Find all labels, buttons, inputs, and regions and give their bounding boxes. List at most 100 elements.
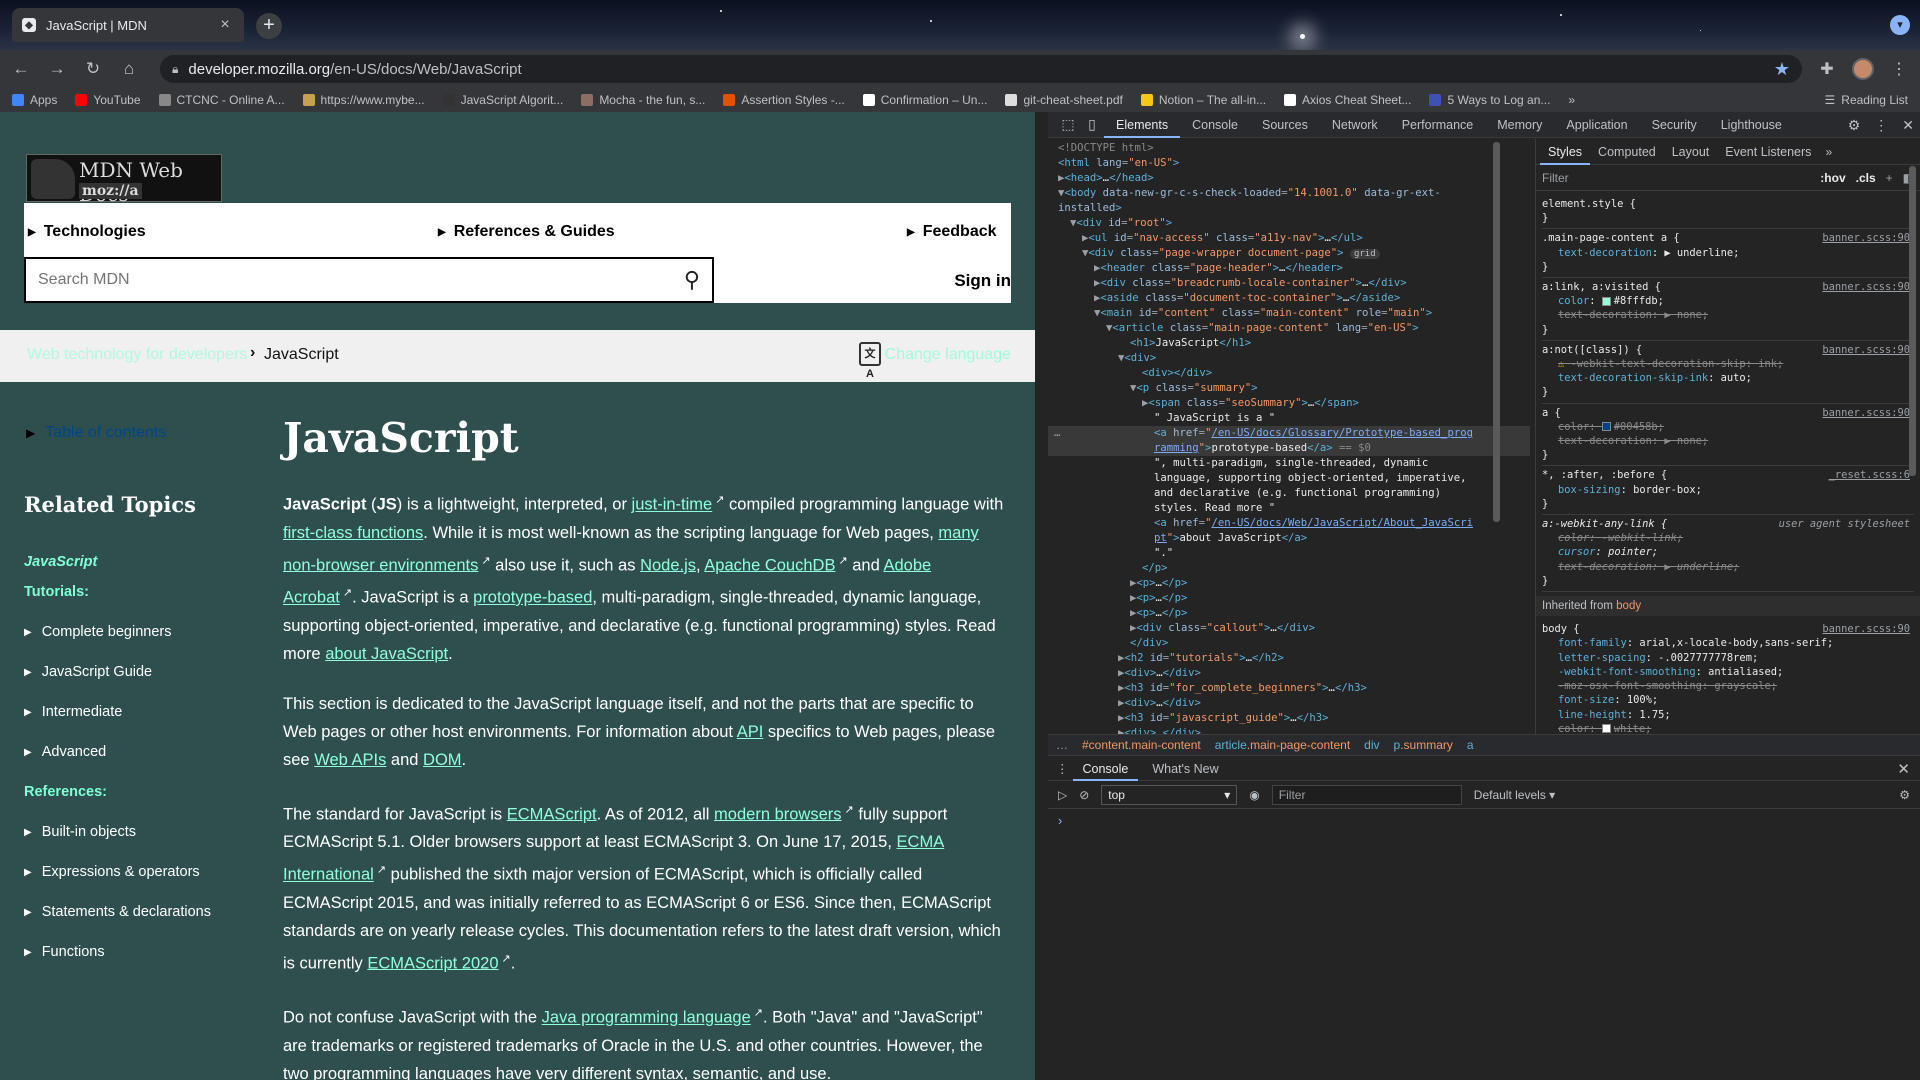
drawer-tab-console[interactable]: Console [1072,757,1139,781]
breadcrumb-link-web-tech[interactable]: Web technology for developers [27,346,247,364]
tree-line[interactable]: ▶<div>…</div> [1118,666,1201,681]
link-first-class-functions[interactable]: first-class functions [283,524,423,542]
more-bookmarks-icon[interactable]: » [1568,93,1575,107]
drawer-menu-icon[interactable]: ⋮ [1056,761,1069,776]
menu-references-guides[interactable]: ▶ References & Guides [438,223,615,241]
tree-line[interactable]: language, supporting object-oriented, im… [1154,471,1467,486]
bookmark-item[interactable]: Assertion Styles -... [723,93,845,107]
profile-menu-icon[interactable]: ▾ [1890,15,1910,35]
link-dom[interactable]: DOM [423,751,462,769]
devtools-tab-network[interactable]: Network [1320,112,1390,138]
bookmark-item[interactable]: Axios Cheat Sheet... [1284,93,1411,107]
tree-line[interactable]: ramming">prototype-based</a> == $0 [1154,441,1371,456]
tree-line[interactable]: ▶<div>…</div> [1118,696,1201,711]
tree-line[interactable]: ▼<div class="page-wrapper document-page"… [1082,246,1380,262]
tree-line[interactable]: ▼<div id="root"> [1070,216,1172,231]
devtools-tab-console[interactable]: Console [1180,112,1250,138]
bookmark-item[interactable]: Mocha - the fun, s... [581,93,705,107]
link-about-javascript[interactable]: about JavaScript [325,645,448,663]
close-devtools-icon[interactable]: ✕ [1902,117,1914,134]
bookmark-item[interactable]: Confirmation – Un... [862,93,987,107]
search-icon[interactable]: ⚲ [684,267,700,293]
sidebar-item-complete-beginners[interactable]: ▶ Complete beginners [24,624,171,640]
link-nodejs[interactable]: Node.js [640,556,696,574]
elements-scrollbar[interactable] [1493,142,1500,522]
tree-line[interactable]: ▶<div class="callout">…</div> [1130,621,1315,636]
close-tab-icon[interactable]: × [216,16,234,34]
css-rule[interactable]: _reset.scss:6 *, :after, :before {box-siz… [1542,466,1914,516]
forward-icon[interactable]: → [46,59,68,79]
bookmark-star-icon[interactable]: ★ [1774,59,1790,80]
clear-console-icon[interactable]: ⊘ [1079,788,1089,802]
bookmark-item[interactable]: git-cheat-sheet.pdf [1005,93,1123,107]
console-settings-gear-icon[interactable]: ⚙ [1899,788,1910,802]
bookmark-item[interactable]: YouTube [75,93,141,107]
sidebar-item-advanced[interactable]: ▶ Advanced [24,744,106,760]
sidebar-toggle-icon[interactable]: ▷ [1058,788,1067,802]
css-rule[interactable]: banner.scss:90 a:not([class]) {⚠ -webkit-… [1542,341,1914,404]
mdn-logo[interactable]: MDN Web Docs moz://a [26,154,222,206]
bookmark-item[interactable]: JavaScript Algorit... [442,93,563,107]
tree-line[interactable]: ▶<p>…</p> [1130,591,1187,606]
devtools-tab-security[interactable]: Security [1640,112,1709,138]
device-toolbar-icon[interactable]: ▯ [1080,116,1104,133]
new-rule-icon[interactable]: + [1886,171,1893,185]
tree-line[interactable]: <h1>JavaScript</h1> [1130,336,1251,351]
tree-line[interactable]: <html lang="en-US"> [1058,156,1179,171]
tree-line[interactable]: "." [1154,546,1173,561]
sidebar-link-javascript[interactable]: JavaScript [24,554,97,570]
link-api[interactable]: API [737,723,764,741]
tree-line[interactable]: ▼<main id="content" class="main-content"… [1094,306,1432,321]
bookmark-item[interactable]: Notion – The all-in... [1140,93,1266,107]
settings-gear-icon[interactable]: ⚙ [1848,117,1861,134]
sidebar-item-built-in-objects[interactable]: ▶ Built-in objects [24,824,136,840]
inspect-element-icon[interactable]: ⬚ [1056,116,1080,133]
tree-line[interactable]: and declarative (e.g. functional program… [1154,486,1441,501]
link-just-in-time[interactable]: just-in-time [632,496,713,514]
sidebar-item-expressions-operators[interactable]: ▶ Expressions & operators [24,864,200,880]
tree-line[interactable]: <a href="/en-US/docs/Glossary/Prototype-… [1154,426,1473,441]
css-rule[interactable]: banner.scss:90 body {font-family: arial,x… [1542,620,1914,734]
sidebar-item-statements-declarations[interactable]: ▶ Statements & declarations [24,904,211,920]
tree-line[interactable]: ▶<div>…</div> [1118,726,1201,734]
styles-tab-styles[interactable]: Styles [1540,139,1591,165]
tree-line[interactable]: ▶<p>…</p> [1130,606,1187,621]
tree-line[interactable]: pt">about JavaScript</a> [1154,531,1307,546]
sidebar-item-intermediate[interactable]: ▶ Intermediate [24,704,122,720]
close-drawer-icon[interactable]: ✕ [1897,760,1910,778]
styles-filter-input[interactable]: Filter [1542,171,1810,185]
tree-line[interactable]: ▶<head>…</head> [1058,171,1154,186]
link-java-programming-language[interactable]: Java programming language [542,1009,751,1027]
search-input[interactable] [38,271,684,289]
bookmark-item[interactable]: 5 Ways to Log an... [1429,93,1550,107]
tree-line[interactable]: ", multi-paradigm, single-threaded, dyna… [1154,456,1428,471]
devtools-tab-sources[interactable]: Sources [1250,112,1320,138]
devtools-tab-lighthouse[interactable]: Lighthouse [1709,112,1794,138]
class-toggle[interactable]: .cls [1856,171,1876,185]
menu-feedback[interactable]: ▶ Feedback [907,223,997,241]
css-rule[interactable]: banner.scss:90 a:link, a:visited {color: … [1542,278,1914,341]
tree-line[interactable]: ▶<ul id="nav-access" class="a11y-nav">…<… [1082,231,1363,246]
log-levels-dropdown[interactable]: Default levels ▾ [1474,788,1555,802]
link-apache-couchdb[interactable]: Apache CouchDB [704,556,835,574]
css-rule[interactable]: banner.scss:90 a {color: #00458b; text-dec… [1542,404,1914,467]
tree-line[interactable]: " JavaScript is a " [1154,411,1275,426]
tree-line[interactable]: ▼<div> [1118,351,1156,366]
back-icon[interactable]: ← [10,59,32,79]
link-web-apis[interactable]: Web APIs [314,751,386,769]
avatar[interactable] [1852,58,1874,80]
live-expression-eye-icon[interactable]: ◉ [1249,788,1259,802]
tree-line[interactable]: <a href="/en-US/docs/Web/JavaScript/Abou… [1154,516,1473,531]
chrome-menu-icon[interactable]: ⋮ [1888,59,1910,79]
styles-tab-event-listeners[interactable]: Event Listeners [1717,139,1819,165]
tree-line[interactable]: ▼<article class="main-page-content" lang… [1106,321,1419,336]
tree-line[interactable]: ▶<h3 id="javascript_guide">…</h3> [1118,711,1329,726]
context-select[interactable]: top ▾ [1101,784,1238,805]
tree-line[interactable]: ▶<h2 id="tutorials">…</h2> [1118,651,1284,666]
link-modern-browsers[interactable]: modern browsers [714,805,841,823]
bookmark-item[interactable]: Apps [12,93,57,107]
more-options-icon[interactable]: … [1054,426,1060,441]
crumbs-overflow-icon[interactable]: … [1056,738,1068,752]
tree-line[interactable]: installed> [1058,201,1122,216]
menu-technologies[interactable]: ▶ Technologies [28,223,146,241]
